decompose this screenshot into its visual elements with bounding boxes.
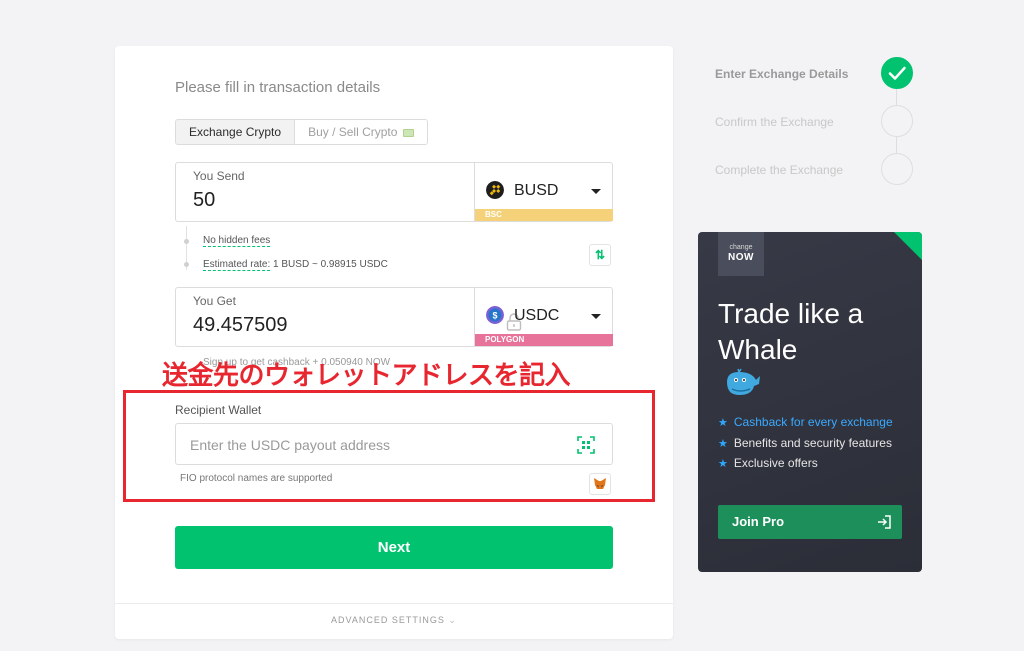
annotation-highlight-box	[123, 390, 655, 502]
perk-item: ★ Cashback for every exchange	[718, 415, 893, 429]
get-currency-code: USDC	[514, 307, 560, 324]
annotation-text: 送金先のウォレットアドレスを記入	[162, 360, 571, 390]
whale-icon	[727, 368, 760, 395]
perk-text: Exclusive offers	[733, 456, 818, 470]
estimated-rate-label: Estimated rate:	[203, 259, 271, 271]
get-label: You Get	[193, 294, 236, 308]
check-icon	[888, 66, 906, 80]
estimated-rate-value: 1 BUSD ~ 0.98915 USDC	[273, 259, 388, 270]
step-2-indicator	[881, 105, 913, 137]
step-enter-details: Enter Exchange Details	[715, 67, 849, 81]
usdc-coin-icon: $	[486, 306, 504, 324]
advanced-settings-label: ADVANCED SETTINGS	[331, 615, 445, 625]
get-amount-value: 49.457509	[193, 314, 288, 336]
credit-card-icon	[402, 129, 414, 137]
promo-banner: change NOW Trade like a Whale ★ Cashback …	[698, 232, 922, 572]
send-currency-select[interactable]: BUSD BSC	[475, 163, 613, 221]
step-3-indicator	[881, 153, 913, 185]
login-arrow-icon	[878, 515, 891, 529]
form-title: Please fill in transaction details	[175, 79, 381, 96]
changenow-logo: change NOW	[718, 232, 764, 276]
step-confirm: Confirm the Exchange	[715, 115, 834, 129]
tab-buy-sell-crypto[interactable]: Buy / Sell Crypto	[294, 120, 427, 144]
perk-text: Cashback for every exchange	[733, 415, 893, 429]
get-network-badge: POLYGON	[475, 334, 613, 346]
star-icon: ★	[718, 417, 728, 429]
perk-text: Benefits and security features	[733, 436, 892, 450]
logo-small-text: change	[729, 244, 753, 251]
chevron-down-icon	[591, 189, 601, 194]
step-complete: Complete the Exchange	[715, 163, 844, 177]
send-currency-code: BUSD	[514, 182, 559, 199]
get-field: You Get 49.457509 $ USDC POLYGON	[175, 287, 613, 347]
send-label: You Send	[193, 169, 245, 183]
no-hidden-fees-label: No hidden fees	[203, 235, 271, 247]
join-pro-button[interactable]: Join Pro	[718, 505, 902, 539]
swap-currencies-button[interactable]: ⇅	[589, 244, 611, 266]
perk-item: ★ Benefits and security features	[718, 436, 892, 450]
divider	[115, 603, 673, 604]
tab-exchange-crypto[interactable]: Exchange Crypto	[176, 120, 295, 144]
send-amount-input[interactable]: 50	[193, 189, 215, 212]
busd-coin-icon	[486, 181, 504, 199]
swap-arrows-icon: ⇅	[594, 248, 606, 262]
logo-big-text: NOW	[728, 252, 754, 263]
next-button[interactable]: Next	[175, 526, 613, 569]
join-pro-label: Join Pro	[732, 514, 785, 529]
send-field: You Send 50 BUSD BSC	[175, 162, 613, 222]
get-currency-select[interactable]: $ USDC POLYGON	[475, 288, 613, 346]
tab-buy-sell-label: Buy / Sell Crypto	[308, 125, 398, 139]
perk-item: ★ Exclusive offers	[718, 456, 818, 470]
send-network-badge: BSC	[475, 209, 613, 221]
svg-text:$: $	[492, 310, 497, 320]
chevron-down-icon	[591, 314, 601, 319]
exchange-form-card: Please fill in transaction details Excha…	[115, 46, 673, 639]
promo-corner-accent	[894, 232, 922, 260]
info-dot	[184, 239, 189, 244]
star-icon: ★	[718, 458, 728, 470]
info-dot	[184, 262, 189, 267]
advanced-settings-toggle[interactable]: ADVANCED SETTINGS ⌄	[115, 615, 673, 626]
no-hidden-fees-link[interactable]: No hidden fees	[203, 235, 271, 247]
star-icon: ★	[718, 438, 728, 450]
chevrons-down-icon: ⌄	[448, 615, 457, 625]
exchange-mode-tabs: Exchange Crypto Buy / Sell Crypto	[175, 119, 428, 145]
promo-title: Trade like a Whale	[718, 298, 864, 365]
step-1-indicator	[881, 57, 913, 89]
estimated-rate: Estimated rate: 1 BUSD ~ 0.98915 USDC	[203, 259, 388, 271]
